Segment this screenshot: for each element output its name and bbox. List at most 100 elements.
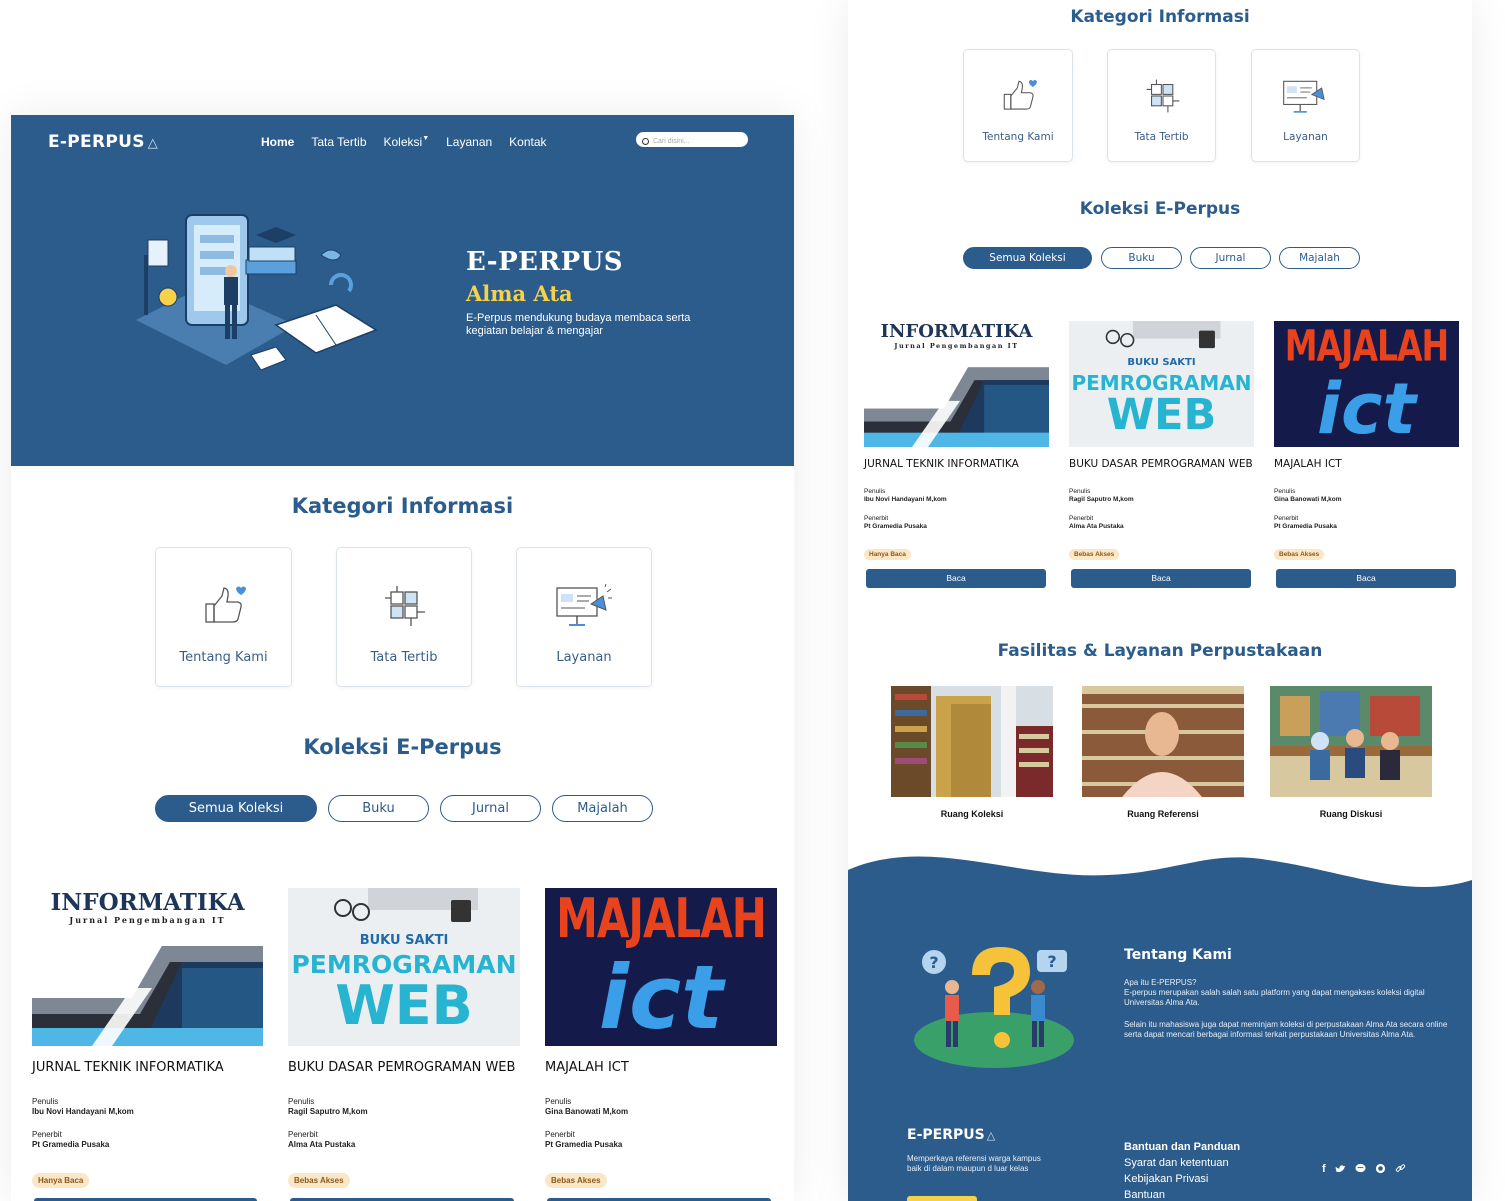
author-name: Ibu Novi Handayani M,kom — [864, 496, 947, 503]
book-title[interactable]: MAJALAH ICT — [1274, 458, 1342, 471]
nav-collection[interactable]: Koleksi▼ — [384, 135, 430, 149]
hero-section: E-PERPUS △ Home Tata Tertib Koleksi▼ Laya… — [11, 115, 794, 466]
publisher-label: Penerbit — [545, 1130, 575, 1139]
access-badge: Bebas Akses — [1274, 549, 1325, 560]
help-title: Bantuan dan Panduan — [1124, 1141, 1241, 1153]
category-label: Tata Tertib — [1134, 131, 1189, 143]
puzzle-hands-icon — [1146, 79, 1180, 113]
reading-illustration — [136, 214, 378, 371]
nav-home[interactable]: Home — [261, 135, 294, 149]
category-label: Layanan — [1283, 131, 1328, 143]
footer-about-title: Tentang Kami — [1124, 947, 1232, 963]
nav-rules[interactable]: Tata Tertib — [311, 135, 366, 149]
author-label: Penulis — [1069, 488, 1091, 495]
filter-books[interactable]: Buku — [1101, 247, 1182, 269]
category-card-services[interactable]: Layanan — [516, 547, 652, 687]
footer-brand-logo: E-PERPUS △ — [907, 1127, 995, 1143]
publisher-name: Pt Gramedia Pusaka — [32, 1140, 110, 1149]
twitter-icon[interactable] — [1335, 1163, 1346, 1174]
facility-card[interactable]: Ruang Diskusi — [1270, 686, 1432, 826]
facility-label: Ruang Koleksi — [940, 809, 1004, 819]
question-illustration: ? ? — [914, 947, 1074, 1068]
link-icon[interactable] — [1395, 1163, 1406, 1174]
help-link-privacy[interactable]: Kebijakan Privasi — [1124, 1171, 1240, 1187]
book-cover-ict[interactable]: MAJALAH ict — [545, 888, 777, 1046]
author-name: Ragil Saputro M,kom — [1069, 496, 1134, 503]
cover-line2: ict — [1317, 368, 1416, 447]
library-triangle-icon: △ — [986, 1129, 996, 1142]
footer-cta-button[interactable] — [907, 1196, 977, 1201]
book-card: MAJALAH ict MAJALAH ICT Penulis Gina Ban… — [545, 888, 777, 1201]
author-name: Gina Banowati M,kom — [545, 1107, 629, 1116]
author-label: Penulis — [32, 1097, 59, 1106]
filter-magazines[interactable]: Majalah — [1279, 247, 1360, 269]
category-card-rules[interactable]: Tata Tertib — [1107, 49, 1216, 162]
book-title[interactable]: MAJALAH ICT — [545, 1060, 629, 1076]
brand-logo[interactable]: E-PERPUS △ — [48, 132, 158, 152]
read-button[interactable]: Baca — [1276, 569, 1456, 588]
facilities-title: Fasilitas & Layanan Perpustakaan — [997, 641, 1323, 661]
hero-title: E-PERPUS — [466, 247, 624, 277]
nav-contact[interactable]: Kontak — [509, 135, 546, 149]
book-title[interactable]: BUKU DASAR PEMROGRAMAN WEB — [288, 1060, 518, 1076]
filter-all[interactable]: Semua Koleksi — [963, 247, 1092, 269]
main-nav: Home Tata Tertib Koleksi▼ Layanan Kontak — [261, 135, 547, 149]
presentation-icon — [1283, 80, 1325, 113]
facility-card[interactable]: Ruang Referensi — [1082, 686, 1244, 826]
search-icon — [642, 137, 649, 145]
cover-line3: WEB — [1106, 390, 1217, 440]
cover-line3: WEB — [335, 974, 473, 1037]
publisher-label: Penerbit — [288, 1130, 318, 1139]
footer-about-p1: E-perpus merupakan salah salah satu plat… — [1124, 988, 1425, 1007]
book-title[interactable]: JURNAL TEKNIK INFORMATIKA — [32, 1060, 224, 1076]
category-card-rules[interactable]: Tata Tertib — [336, 547, 472, 687]
footer-brand-name: E-PERPUS — [907, 1127, 985, 1143]
publisher-name: Pt Gramedia Pusaka — [1274, 523, 1337, 530]
chat-icon[interactable] — [1355, 1163, 1366, 1174]
library-triangle-icon: △ — [147, 136, 159, 151]
category-card-about[interactable]: Tentang Kami — [963, 49, 1073, 162]
book-cover-informatika[interactable]: INFORMATIKA Jurnal Pengembangan IT — [864, 321, 1049, 447]
category-card-services[interactable]: Layanan — [1251, 49, 1360, 162]
book-cover-web[interactable]: BUKU SAKTI PEMROGRAMAN WEB — [288, 888, 520, 1046]
hero-subtitle: Alma Ata — [466, 281, 573, 306]
cover-line1: BUKU SAKTI — [1127, 357, 1196, 368]
book-cover-ict[interactable]: MAJALAH ict — [1274, 321, 1459, 447]
desktop-mockup-right: Kategori Informasi Tentang Kami Tata Ter… — [848, 0, 1472, 1201]
read-button[interactable]: Baca — [1071, 569, 1251, 588]
filter-journals[interactable]: Jurnal — [1190, 247, 1271, 269]
facility-card[interactable]: Ruang Koleksi — [891, 686, 1053, 826]
collection-title: Koleksi E-Perpus — [303, 735, 502, 759]
desktop-mockup-left: E-PERPUS △ Home Tata Tertib Koleksi▼ Laya… — [11, 115, 794, 1201]
publisher-label: Penerbit — [1069, 515, 1094, 522]
hero-description: E-Perpus mendukung budaya membaca serta … — [466, 312, 691, 337]
svg-text:?: ? — [929, 953, 938, 972]
category-card-about[interactable]: Tentang Kami — [155, 547, 292, 687]
filter-magazines[interactable]: Majalah — [552, 795, 653, 822]
search-input[interactable]: Cari disini... — [636, 132, 748, 147]
help-link-terms[interactable]: Syarat dan ketentuan — [1124, 1155, 1240, 1171]
access-badge: Bebas Akses — [1069, 549, 1120, 560]
filter-all[interactable]: Semua Koleksi — [155, 795, 317, 822]
publisher-label: Penerbit — [1274, 515, 1299, 522]
book-card: BUKU SAKTI PEMROGRAMAN WEB BUKU DASAR PE… — [288, 888, 520, 1201]
book-cover-informatika[interactable]: INFORMATIKA Jurnal Pengembangan IT — [32, 888, 263, 1046]
facebook-icon[interactable]: f — [1322, 1163, 1326, 1175]
whatsapp-icon[interactable] — [1375, 1163, 1386, 1174]
book-card: INFORMATIKA Jurnal Pengembangan IT JURNA… — [864, 321, 1049, 591]
filter-books[interactable]: Buku — [328, 795, 429, 822]
author-name: Ragil Saputro M,kom — [288, 1107, 368, 1116]
read-button[interactable]: Baca — [866, 569, 1046, 588]
book-title[interactable]: JURNAL TEKNIK INFORMATIKA — [864, 458, 1019, 471]
book-cover-web[interactable]: BUKU SAKTI PEMROGRAMAN WEB — [1069, 321, 1254, 447]
nav-services[interactable]: Layanan — [446, 135, 492, 149]
filter-journals[interactable]: Jurnal — [440, 795, 541, 822]
facility-label: Ruang Referensi — [1127, 809, 1199, 819]
author-label: Penulis — [1274, 488, 1296, 495]
book-card: MAJALAH ict MAJALAH ICT Penulis Gina Ban… — [1274, 321, 1459, 591]
cover-line1: BUKU SAKTI — [359, 933, 449, 948]
publisher-name: Alma Ata Pustaka — [1069, 523, 1124, 530]
cover-subtitle: Jurnal Pengembangan IT — [69, 915, 226, 925]
book-title[interactable]: BUKU DASAR PEMROGRAMAN WEB — [1069, 458, 1254, 471]
help-link-help[interactable]: Bantuan — [1124, 1187, 1240, 1201]
